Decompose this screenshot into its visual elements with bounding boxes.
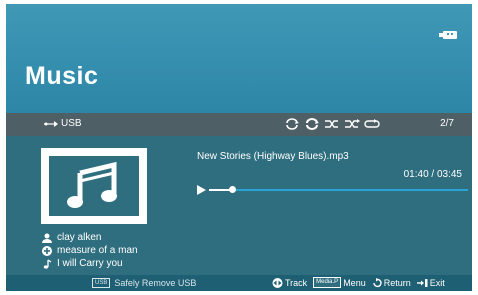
progress-bar[interactable] (197, 184, 468, 196)
menu-hint[interactable]: Media.P Menu (313, 277, 366, 288)
music-note-icon (67, 161, 117, 208)
track-hint-label: Track (285, 277, 308, 288)
return-hint[interactable]: Return (372, 277, 411, 288)
song-title: I will Carry you (57, 258, 123, 269)
exit-hint[interactable]: Exit (416, 277, 445, 288)
repeat-one-icon[interactable] (304, 116, 320, 132)
safely-remove-usb[interactable]: USB Safely Remove USB (92, 278, 196, 288)
play-icon (197, 185, 206, 195)
safely-remove-label: Safely Remove USB (114, 278, 197, 288)
usb-key-box: USB (92, 278, 111, 288)
album-name: measure of a man (57, 245, 138, 256)
header: Music (6, 4, 472, 113)
shuffle-icon[interactable] (324, 116, 340, 132)
source-label: USB (61, 118, 82, 129)
left-right-arrows-icon (272, 277, 283, 288)
source-indicator: USB (44, 118, 82, 129)
playback-modes (284, 116, 380, 132)
shuffle-repeat-icon[interactable] (344, 116, 360, 132)
playback-time: 01:40 / 03:45 (403, 169, 462, 180)
track-counter: 2/7 (440, 118, 454, 129)
album-disc-icon (42, 245, 52, 256)
exit-icon (416, 278, 428, 287)
exit-hint-label: Exit (429, 277, 445, 288)
album-art (49, 156, 139, 216)
track-hint[interactable]: Track (272, 277, 308, 288)
artist-row: clay alken (42, 232, 101, 243)
repeat-all-icon[interactable] (364, 116, 380, 132)
control-hints: Track Media.P Menu Return Exit (272, 277, 447, 288)
music-player-screen: Music USB 2/7 New Stories (Highway Blues… (6, 4, 472, 291)
now-playing-filename: New Stories (Highway Blues).mp3 (197, 151, 349, 162)
page-title: Music (25, 62, 99, 90)
usb-icon (44, 120, 58, 127)
album-row: measure of a man (42, 245, 138, 256)
repeat-icon[interactable] (284, 116, 300, 132)
info-bar: USB 2/7 (6, 113, 472, 136)
usb-device-icon (439, 31, 457, 39)
media-p-key-box: Media.P (313, 277, 342, 288)
progress-track (209, 189, 468, 191)
return-hint-label: Return (383, 277, 411, 288)
progress-knob[interactable] (229, 186, 236, 193)
person-icon (42, 233, 52, 243)
song-row: I will Carry you (42, 258, 123, 269)
menu-hint-label: Menu (343, 277, 366, 288)
song-note-icon (43, 258, 52, 269)
bottom-bar: USB Safely Remove USB Track Media.P Menu (6, 275, 472, 291)
return-icon (373, 277, 382, 287)
artist-name: clay alken (57, 232, 102, 243)
album-art-frame (41, 148, 147, 224)
